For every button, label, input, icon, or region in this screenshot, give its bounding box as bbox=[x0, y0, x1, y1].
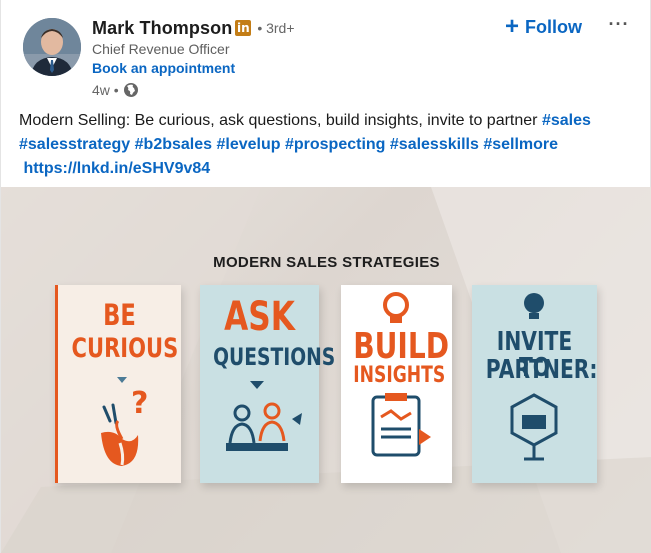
hashtag-link[interactable]: #salesstrategy bbox=[19, 136, 130, 153]
book-appointment-link[interactable]: Book an appointment bbox=[92, 60, 235, 76]
shortened-url-link[interactable]: https://lnkd.in/eSHV9v84 bbox=[23, 160, 210, 177]
follow-label: Follow bbox=[525, 16, 583, 37]
author-info: Mark Thompson in • 3rd+ Chief Revenue Of… bbox=[92, 16, 295, 99]
post-meta: 4w • bbox=[92, 82, 295, 98]
image-title: MODERN SALES STRATEGIES bbox=[213, 254, 440, 271]
card-title-line2: CURIOUS bbox=[71, 333, 179, 364]
author-name-row: Mark Thompson in • 3rd+ bbox=[92, 16, 295, 40]
author-photo bbox=[23, 18, 81, 76]
feed-post: Mark Thompson in • 3rd+ Chief Revenue Of… bbox=[0, 0, 651, 553]
card-build-insights: BUILD INSIGHTS bbox=[341, 285, 452, 483]
more-options-icon[interactable]: ··· bbox=[607, 14, 631, 38]
handshake-badge-icon bbox=[510, 393, 558, 461]
card-title-line1: BUILD bbox=[353, 326, 450, 367]
hashtag-link[interactable]: #sellmore bbox=[483, 136, 558, 153]
clipboard-chart-icon bbox=[371, 393, 431, 457]
card-be-curious: BE CURIOUS ? bbox=[55, 285, 181, 483]
hashtag-link[interactable]: #b2bsales bbox=[135, 136, 212, 153]
hashtag-link[interactable]: #prospecting bbox=[285, 136, 385, 153]
card-title-line2: PARTNER: bbox=[485, 355, 598, 385]
connection-degree: • 3rd+ bbox=[257, 20, 295, 36]
svg-text:?: ? bbox=[131, 386, 148, 421]
curiosity-plant-icon: ? bbox=[101, 377, 148, 466]
author-name[interactable]: Mark Thompson bbox=[92, 18, 232, 39]
card-title-line2: QUESTIONS bbox=[213, 343, 336, 371]
post-image[interactable]: MODERN SALES STRATEGIES BE CURIOUS ? ASK… bbox=[1, 187, 651, 553]
plus-icon: + bbox=[505, 13, 520, 40]
hashtag-link[interactable]: #sales bbox=[542, 112, 591, 129]
follow-button[interactable]: + Follow bbox=[505, 14, 582, 40]
card-title-line1: BE bbox=[103, 298, 136, 332]
post-body: Modern Selling: Be curious, ask question… bbox=[19, 112, 542, 129]
post-header: Mark Thompson in • 3rd+ Chief Revenue Of… bbox=[19, 14, 639, 98]
team-discussion-icon bbox=[226, 381, 302, 451]
card-invite-partner: INVITE TO PARTNER: bbox=[472, 285, 598, 483]
author-avatar[interactable] bbox=[23, 18, 81, 76]
premium-badge-icon: in bbox=[235, 20, 252, 36]
author-headline: Chief Revenue Officer bbox=[92, 41, 230, 57]
post-timestamp: 4w • bbox=[92, 82, 119, 98]
card-title-line1: ASK bbox=[224, 294, 295, 340]
hashtag-link[interactable]: #salesskills bbox=[390, 136, 479, 153]
post-text: Modern Selling: Be curious, ask question… bbox=[19, 109, 629, 181]
card-title-line2: INSIGHTS bbox=[353, 363, 446, 388]
card-ask-questions: ASK QUESTIONS bbox=[200, 285, 336, 483]
globe-icon bbox=[123, 82, 139, 98]
hashtag-link[interactable]: #levelup bbox=[216, 136, 280, 153]
